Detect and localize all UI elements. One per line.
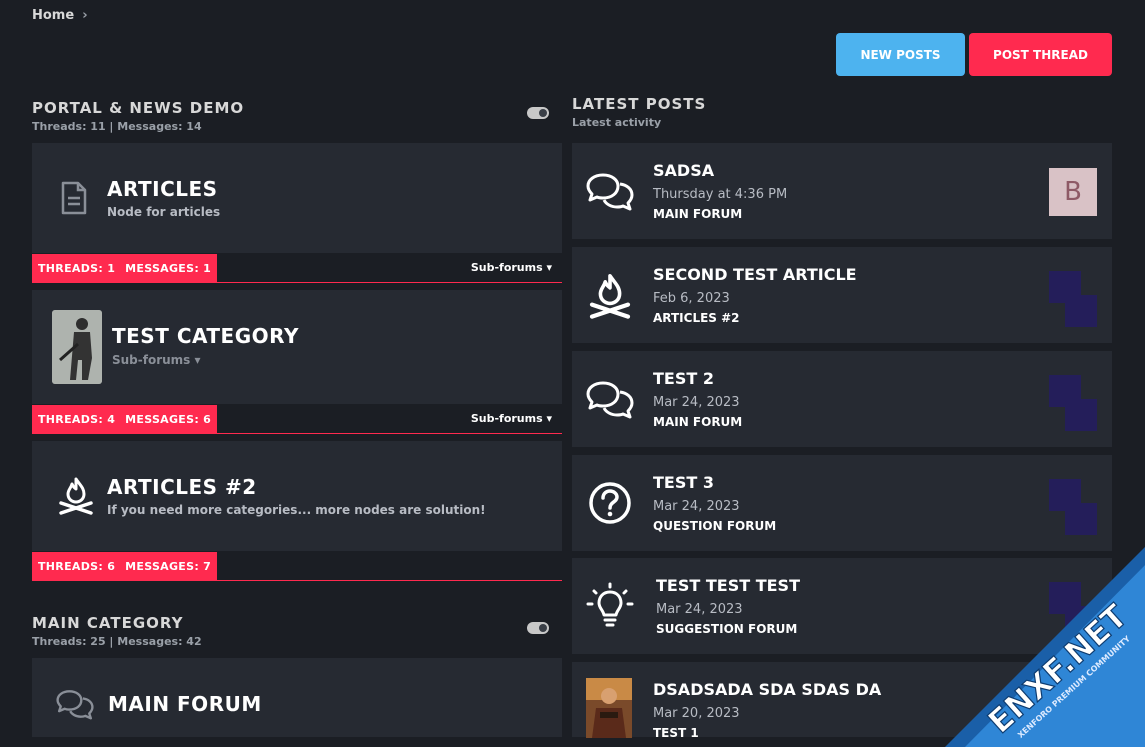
post-forum-link[interactable]: TEST 1: [653, 726, 699, 740]
threads-count: THREADS: 1: [38, 262, 115, 275]
lightbulb-icon: [586, 582, 634, 630]
post-title[interactable]: SADSA: [653, 161, 714, 180]
subforums-dropdown[interactable]: Sub-forums ▾: [471, 412, 552, 425]
subforums-dropdown[interactable]: Sub-forums ▾: [471, 261, 552, 274]
avatar[interactable]: B: [1049, 168, 1097, 216]
post-forum-link[interactable]: MAIN FORUM: [653, 415, 742, 429]
node-test-category[interactable]: TEST CATEGORY Sub-forums ▾: [32, 290, 562, 404]
post-title[interactable]: DSADSADA SDA SDAS DA: [653, 680, 881, 699]
collapse-toggle[interactable]: [527, 107, 549, 119]
node-description: Node for articles: [107, 205, 220, 219]
node-title[interactable]: ARTICLES: [107, 177, 218, 201]
node-description: If you need more categories... more node…: [107, 503, 486, 517]
subforums-dropdown[interactable]: Sub-forums ▾: [112, 353, 201, 367]
post-thread-button[interactable]: POST THREAD: [969, 33, 1112, 76]
stats-badge: THREADS: 4 MESSAGES: 6: [32, 405, 217, 433]
avatar-stack[interactable]: [1049, 375, 1097, 431]
messages-count: MESSAGES: 7: [125, 560, 211, 573]
category-title: MAIN CATEGORY: [32, 614, 202, 632]
breadcrumb-home-link[interactable]: Home: [32, 8, 74, 23]
threads-count: THREADS: 6: [38, 560, 115, 573]
campfire-icon: [586, 271, 634, 319]
messages-count: MESSAGES: 6: [125, 413, 211, 426]
watermark-logo: ENXF.NET XENFORO PREMIUM COMMUNITY: [925, 537, 1145, 747]
stats-badge: THREADS: 1 MESSAGES: 1: [32, 254, 217, 282]
node-stats-bar: THREADS: 6 MESSAGES: 7: [32, 552, 562, 581]
campfire-icon: [56, 475, 96, 515]
node-main-forum[interactable]: MAIN FORUM: [32, 658, 562, 737]
node-stats-bar: THREADS: 1 MESSAGES: 1 Sub-forums ▾: [32, 254, 562, 283]
new-posts-button[interactable]: NEW POSTS: [836, 33, 965, 76]
category-header-main: MAIN CATEGORY Threads: 25 | Messages: 42: [32, 614, 202, 648]
post-title[interactable]: TEST 3: [653, 473, 714, 492]
avatar-stack[interactable]: [1049, 479, 1097, 535]
post-title[interactable]: TEST 2: [653, 369, 714, 388]
category-header-portal: PORTAL & NEWS DEMO Threads: 11 | Message…: [32, 99, 244, 133]
post-date: Feb 6, 2023: [653, 291, 730, 306]
node-stats-bar: THREADS: 4 MESSAGES: 6 Sub-forums ▾: [32, 405, 562, 434]
comments-icon: [56, 688, 94, 720]
latest-posts-header: LATEST POSTS Latest activity: [572, 95, 706, 129]
comments-icon: [586, 375, 634, 423]
post-date: Mar 24, 2023: [656, 602, 743, 617]
post-date: Mar 24, 2023: [653, 499, 740, 514]
post-date: Mar 24, 2023: [653, 395, 740, 410]
post-date: Thursday at 4:36 PM: [653, 187, 787, 202]
messages-count: MESSAGES: 1: [125, 262, 211, 275]
latest-post-item[interactable]: TEST 2 Mar 24, 2023 MAIN FORUM: [572, 351, 1112, 447]
threads-count: THREADS: 4: [38, 413, 115, 426]
soldier-thumbnail: [52, 310, 102, 384]
post-date: Mar 20, 2023: [653, 706, 740, 721]
collapse-toggle[interactable]: [527, 622, 549, 634]
stats-badge: THREADS: 6 MESSAGES: 7: [32, 552, 217, 580]
latest-posts-subtitle: Latest activity: [572, 116, 706, 129]
latest-post-item[interactable]: SADSA Thursday at 4:36 PM MAIN FORUM B: [572, 143, 1112, 239]
post-forum-link[interactable]: SUGGESTION FORUM: [656, 622, 797, 636]
post-forum-link[interactable]: MAIN FORUM: [653, 207, 742, 221]
node-title[interactable]: ARTICLES #2: [107, 475, 257, 499]
avatar[interactable]: [1065, 399, 1097, 431]
node-title[interactable]: TEST CATEGORY: [112, 324, 299, 348]
latest-posts-title: LATEST POSTS: [572, 95, 706, 113]
post-title[interactable]: TEST TEST TEST: [656, 576, 800, 595]
avatar-stack[interactable]: [1049, 271, 1097, 327]
comments-icon: [586, 167, 634, 215]
post-forum-link[interactable]: QUESTION FORUM: [653, 519, 776, 533]
breadcrumb: Home ›: [32, 8, 88, 23]
category-title: PORTAL & NEWS DEMO: [32, 99, 244, 117]
chevron-right-icon: ›: [82, 8, 87, 23]
category-stats: Threads: 11 | Messages: 14: [32, 120, 244, 133]
avatar[interactable]: [1065, 503, 1097, 535]
latest-post-item[interactable]: SECOND TEST ARTICLE Feb 6, 2023 ARTICLES…: [572, 247, 1112, 343]
node-articles-2[interactable]: ARTICLES #2 If you need more categories.…: [32, 441, 562, 551]
question-icon: [586, 479, 634, 527]
post-forum-link[interactable]: ARTICLES #2: [653, 311, 740, 325]
avatar[interactable]: [1065, 295, 1097, 327]
thumbnail: [586, 678, 632, 738]
category-stats: Threads: 25 | Messages: 42: [32, 635, 202, 648]
post-title[interactable]: SECOND TEST ARTICLE: [653, 265, 857, 284]
node-title[interactable]: MAIN FORUM: [108, 692, 262, 716]
document-icon: [60, 181, 88, 215]
node-articles[interactable]: ARTICLES Node for articles: [32, 143, 562, 253]
